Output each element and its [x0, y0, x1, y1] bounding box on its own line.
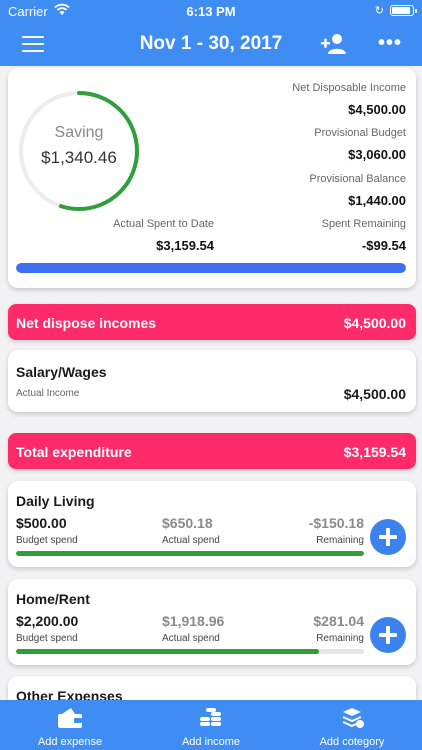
category-card-daily-living[interactable]: Daily Living $500.00 Budget spend $650.1… [8, 481, 416, 567]
remaining-label: Spent Remaining [321, 218, 406, 230]
remaining-value: $281.04 [313, 613, 364, 629]
actual-column: $1,918.96 Actual spend [162, 613, 224, 644]
add-user-icon[interactable] [320, 32, 348, 56]
tab-add-income[interactable]: Add income [141, 700, 281, 750]
income-header-value: $4,500.00 [343, 315, 406, 331]
net-income-label: Net Disposable Income [292, 82, 406, 94]
salary-name: Salary/Wages [16, 364, 107, 380]
status-time: 6:13 PM [186, 4, 236, 19]
actual-value: $1,918.96 [162, 613, 225, 629]
add-expense-button[interactable] [370, 617, 406, 653]
budget-progress-bar [16, 263, 406, 273]
more-options-icon[interactable]: ••• [378, 32, 402, 55]
tab-label: Add income [181, 736, 241, 748]
category-name: Daily Living [16, 493, 95, 509]
category-progress-bar [16, 551, 364, 556]
net-income-value: $4,500.00 [348, 102, 406, 117]
prov-balance-block: Provisional Balance $1,440.00 [309, 173, 406, 208]
saving-label: Saving [54, 124, 104, 141]
actual-column: $650.18 Actual spend [162, 515, 220, 546]
prov-budget-value: $3,060.00 [348, 147, 406, 162]
actual-caption: Actual spend [162, 633, 220, 644]
wallet-icon [58, 708, 82, 728]
date-range-title[interactable]: Nov 1 - 30, 2017 [0, 33, 422, 55]
expenditure-header-value: $3,159.54 [343, 444, 406, 460]
remaining-caption: Remaining [316, 535, 364, 546]
category-progress-bar [16, 649, 364, 654]
category-name: Home/Rent [16, 591, 90, 607]
tab-add-category[interactable]: Add cotegory [282, 700, 422, 750]
tab-add-expense[interactable]: Add expense [0, 700, 140, 750]
tab-label: Add expense [37, 736, 103, 748]
net-income-block: Net Disposable Income $4,500.00 [292, 82, 406, 117]
status-bar: Carrier 6:13 PM ↻ [0, 0, 422, 22]
category-card-home-rent[interactable]: Home/Rent $2,200.00 Budget spend $1,918.… [8, 579, 416, 665]
saving-value: $1,340.46 [41, 148, 117, 167]
prov-budget-block: Provisional Budget $3,060.00 [314, 127, 406, 162]
spent-label: Actual Spent to Date [113, 218, 214, 230]
budget-progress-fill [16, 263, 406, 273]
prov-budget-label: Provisional Budget [314, 127, 406, 139]
remaining-column: $281.04 Remaining [313, 613, 364, 644]
budget-column: $500.00 Budget spend [16, 515, 78, 546]
budget-column: $2,200.00 Budget spend [16, 613, 78, 644]
tab-bar: Add expense Add income Add cotegory [0, 700, 422, 750]
prov-balance-label: Provisional Balance [309, 173, 406, 185]
prov-balance-value: $1,440.00 [348, 193, 406, 208]
add-expense-button[interactable] [370, 519, 406, 555]
tab-label: Add cotegory [319, 736, 385, 748]
remaining-value: -$99.54 [361, 238, 406, 253]
salary-value: $4,500.00 [343, 386, 406, 402]
coins-icon [200, 708, 221, 726]
remaining-block: Spent Remaining -$99.54 [322, 218, 406, 253]
budget-caption: Budget spend [16, 633, 78, 644]
orientation-lock-icon: ↻ [374, 5, 384, 17]
budget-caption: Budget spend [16, 535, 78, 546]
expenditure-header[interactable]: Total expenditure $3,159.54 [8, 433, 416, 469]
remaining-caption: Remaining [316, 633, 364, 644]
income-header-label: Net dispose incomes [16, 315, 157, 331]
spent-block: Actual Spent to Date $3,159.54 [113, 218, 214, 253]
salary-sub-label: Actual Income [16, 388, 80, 399]
saving-ring: Saving $1,340.46 [16, 88, 142, 214]
remaining-column: -$150.18 Remaining [309, 515, 364, 546]
layers-icon [342, 708, 364, 728]
income-header[interactable]: Net dispose incomes $4,500.00 [8, 304, 416, 340]
actual-value: $650.18 [162, 515, 213, 531]
salary-card[interactable]: Salary/Wages Actual Income $4,500.00 [8, 350, 416, 412]
remaining-value: -$150.18 [308, 515, 364, 531]
budget-value: $2,200.00 [16, 613, 79, 629]
category-progress-fill [16, 551, 364, 556]
actual-caption: Actual spend [162, 535, 220, 546]
expenditure-header-label: Total expenditure [16, 444, 132, 460]
summary-card: Saving $1,340.46 Net Disposable Income $… [8, 68, 416, 288]
nav-bar: Nov 1 - 30, 2017 ••• [0, 22, 422, 66]
spent-value: $3,159.54 [156, 238, 214, 253]
battery-icon [390, 5, 417, 16]
category-progress-fill [16, 649, 319, 654]
budget-value: $500.00 [16, 515, 67, 531]
